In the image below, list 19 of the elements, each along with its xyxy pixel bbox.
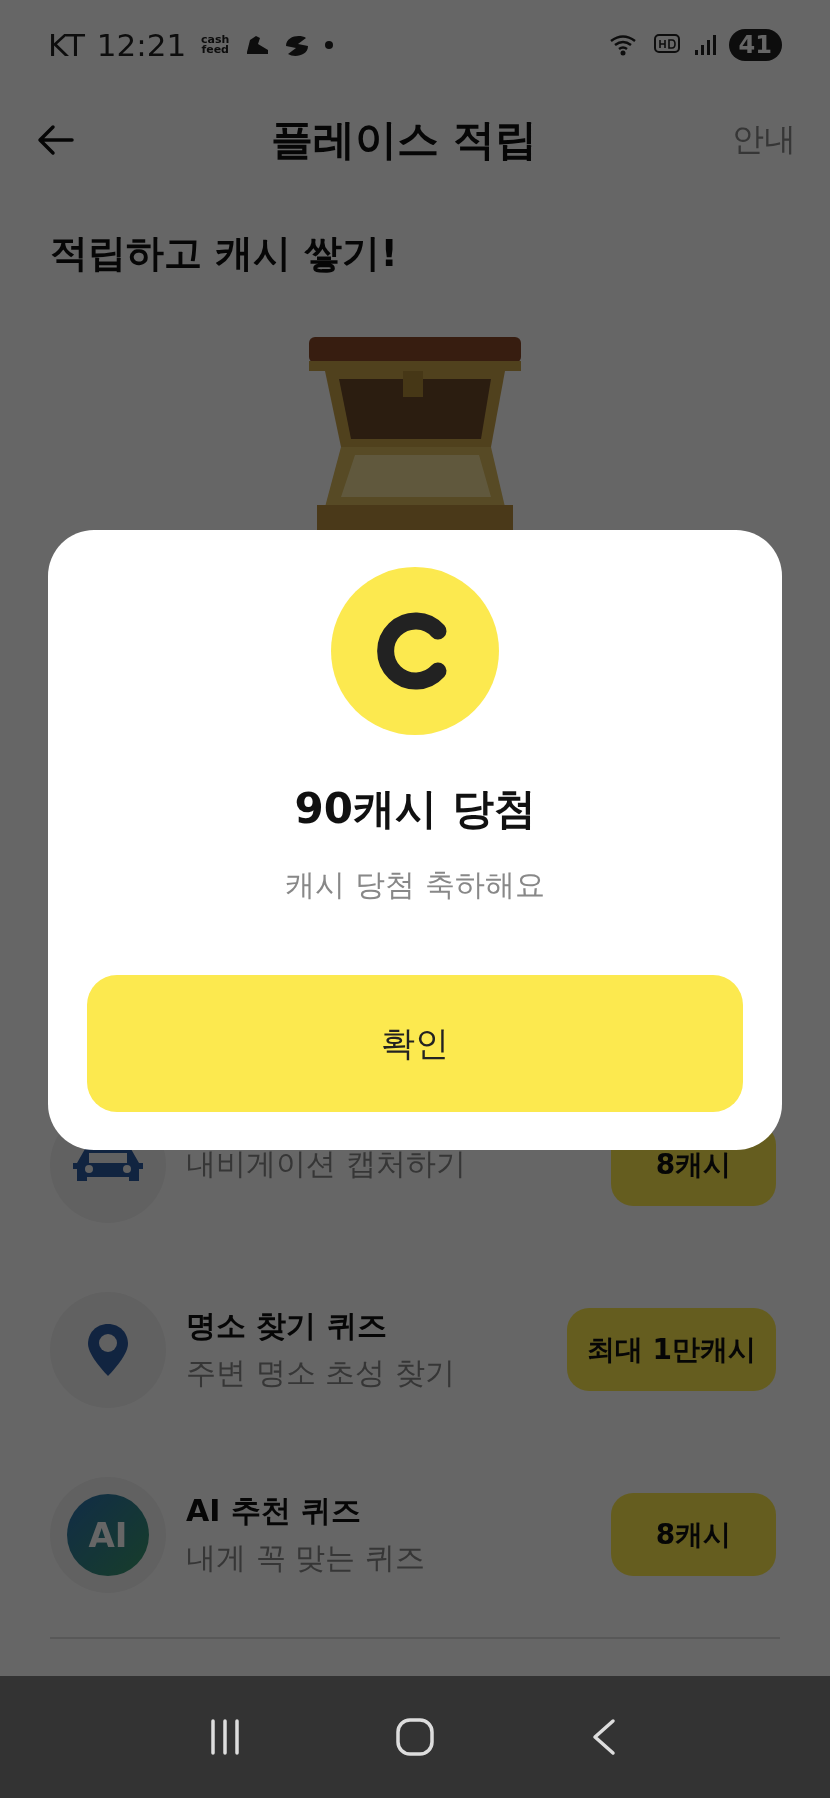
signal-icon [692,32,717,58]
ai-badge-icon: AI [67,1493,149,1576]
confirm-button[interactable]: 확인 [87,975,743,1112]
page-title: 플레이스 적립 [269,114,539,166]
dot-icon [324,40,335,50]
reward-button[interactable]: 최대 1만캐시 [566,1308,776,1391]
dialog-title: 90캐시 당첨 [294,783,536,835]
dialog-message: 캐시 당첨 축하해요 [285,866,545,904]
reward-button[interactable]: 8캐시 [611,1493,776,1576]
home-icon[interactable] [395,1717,435,1757]
location-pin-icon [86,1321,130,1378]
section-heading: 적립하고 캐시 쌓기! [49,230,399,277]
app-notification-label: cash feed [200,35,231,55]
mission-title: 명소 찾기 퀴즈 [186,1306,388,1345]
coin-icon [331,567,499,735]
clock: 12:21 [96,27,187,63]
carrier-label: KT [48,27,85,63]
battery-level: 41 [728,29,782,61]
mission-title: AI 추천 퀴즈 [186,1491,363,1530]
